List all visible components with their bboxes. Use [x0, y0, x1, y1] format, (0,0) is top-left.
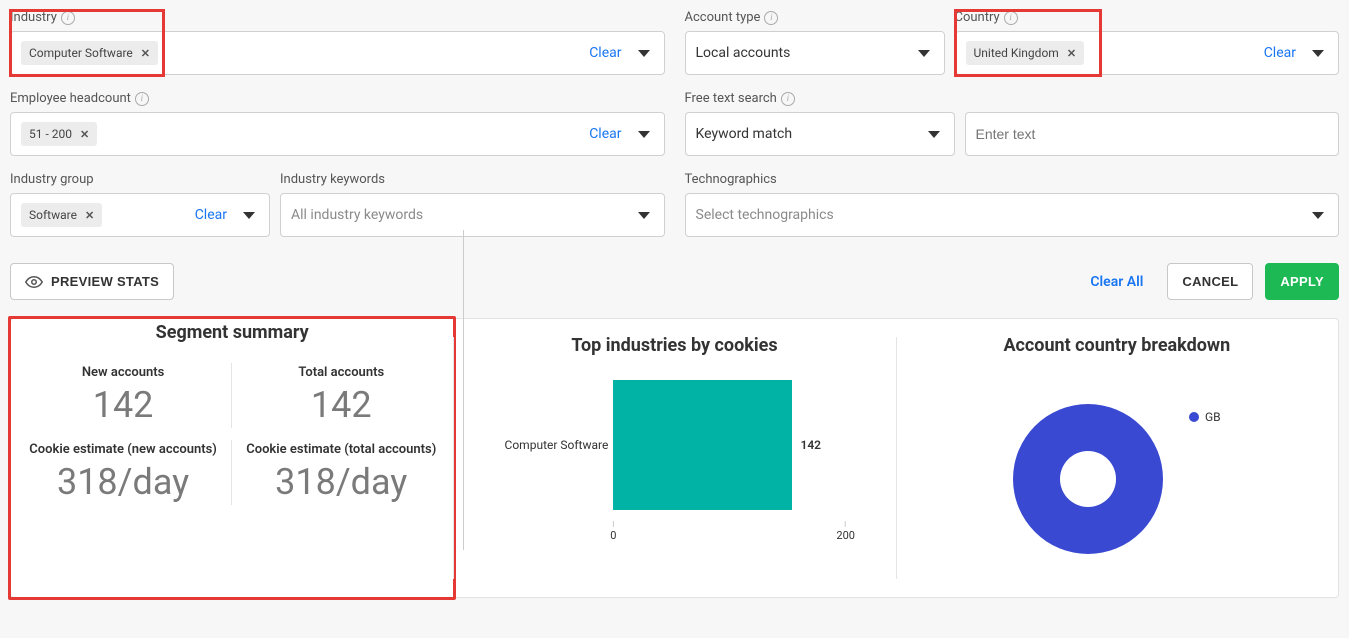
cookie-total-cell: Cookie estimate (total accounts) 318/day	[232, 434, 450, 511]
industry-group-select[interactable]: Software ✕ Clear	[10, 193, 270, 237]
industry-group-field: Industry group Software ✕ Clear	[10, 172, 270, 237]
stats-panel: Segment summary New accounts 142 Total a…	[10, 318, 1339, 598]
account-type-field: Account type i Local accounts	[685, 10, 945, 75]
employee-headcount-select[interactable]: 51 - 200 ✕ Clear	[10, 112, 665, 156]
technographics-select[interactable]: Select technographics	[685, 193, 1340, 237]
country-breakdown-panel: Account country breakdown GB	[896, 319, 1338, 597]
axis-line	[463, 230, 464, 550]
info-icon[interactable]: i	[61, 11, 75, 25]
industry-keywords-field: Industry keywords All industry keywords	[280, 172, 665, 237]
info-icon[interactable]: i	[764, 11, 778, 25]
remove-chip-icon[interactable]: ✕	[80, 128, 89, 141]
technographics-field: Technographics Select technographics	[685, 172, 1340, 237]
remove-chip-icon[interactable]: ✕	[85, 209, 94, 222]
segment-summary-title: Segment summary	[14, 322, 450, 343]
bar	[613, 380, 792, 510]
axis-tick: 0	[610, 521, 616, 542]
chevron-down-icon	[243, 212, 255, 219]
total-accounts-cell: Total accounts 142	[232, 357, 450, 434]
axis-tick: 200	[836, 521, 855, 542]
headcount-chip: 51 - 200 ✕	[21, 122, 97, 146]
legend-dot-icon	[1189, 412, 1199, 422]
industry-label: Industry i	[10, 10, 665, 25]
bar-value: 142	[800, 438, 821, 452]
chevron-down-icon	[638, 131, 650, 138]
clear-link[interactable]: Clear	[195, 207, 227, 223]
industry-select[interactable]: Computer Software ✕ Clear	[10, 31, 665, 75]
info-icon[interactable]: i	[135, 92, 149, 106]
chevron-down-icon	[638, 50, 650, 57]
apply-button[interactable]: APPLY	[1265, 263, 1339, 300]
industry-chip: Computer Software ✕	[21, 41, 158, 65]
donut-hole	[1060, 451, 1116, 507]
free-text-input-wrap	[965, 112, 1340, 156]
chevron-down-icon	[928, 131, 940, 138]
clear-all-link[interactable]: Clear All	[1090, 274, 1143, 290]
legend-item: GB	[1189, 410, 1221, 424]
industry-keywords-select[interactable]: All industry keywords	[280, 193, 665, 237]
remove-chip-icon[interactable]: ✕	[1067, 47, 1076, 60]
info-icon[interactable]: i	[1004, 11, 1018, 25]
industry-keywords-label: Industry keywords	[280, 172, 665, 187]
chevron-down-icon	[638, 212, 650, 219]
industry-group-chip: Software ✕	[21, 203, 102, 227]
employee-headcount-label: Employee headcount i	[10, 91, 665, 106]
country-field: Country i United Kingdom ✕ Clear	[955, 10, 1340, 75]
country-select[interactable]: United Kingdom ✕ Clear	[955, 31, 1340, 75]
eye-icon	[25, 275, 43, 289]
free-text-input[interactable]	[976, 126, 1329, 142]
clear-link[interactable]: Clear	[589, 45, 621, 61]
segment-summary-panel: Segment summary New accounts 142 Total a…	[8, 316, 456, 600]
preview-stats-button[interactable]: PREVIEW STATS	[10, 263, 174, 300]
country-breakdown-title: Account country breakdown	[906, 335, 1328, 356]
country-label: Country i	[955, 10, 1340, 25]
remove-chip-icon[interactable]: ✕	[141, 47, 150, 60]
free-text-field: Free text search i Keyword match	[685, 91, 1340, 156]
free-text-label: Free text search i	[685, 91, 1340, 106]
clear-link[interactable]: Clear	[589, 126, 621, 142]
top-industries-panel: Top industries by cookies Computer Softw…	[453, 319, 895, 597]
bar-chart: Computer Software 142 0 200	[463, 370, 885, 570]
chevron-down-icon	[1312, 212, 1324, 219]
country-chip: United Kingdom ✕	[966, 41, 1085, 65]
donut-chart	[1013, 404, 1163, 554]
top-industries-title: Top industries by cookies	[463, 335, 885, 356]
industry-field: Industry i Computer Software ✕ Clear	[10, 10, 665, 75]
technographics-label: Technographics	[685, 172, 1340, 187]
chevron-down-icon	[1312, 50, 1324, 57]
cancel-button[interactable]: CANCEL	[1167, 263, 1253, 300]
clear-link[interactable]: Clear	[1264, 45, 1296, 61]
keyword-match-select[interactable]: Keyword match	[685, 112, 955, 156]
employee-headcount-field: Employee headcount i 51 - 200 ✕ Clear	[10, 91, 665, 156]
account-type-select[interactable]: Local accounts	[685, 31, 945, 75]
account-type-label: Account type i	[685, 10, 945, 25]
bar-category-label: Computer Software	[473, 438, 608, 452]
industry-group-label: Industry group	[10, 172, 270, 187]
cookie-new-cell: Cookie estimate (new accounts) 318/day	[14, 434, 232, 511]
chevron-down-icon	[918, 50, 930, 57]
info-icon[interactable]: i	[781, 92, 795, 106]
new-accounts-cell: New accounts 142	[14, 357, 232, 434]
